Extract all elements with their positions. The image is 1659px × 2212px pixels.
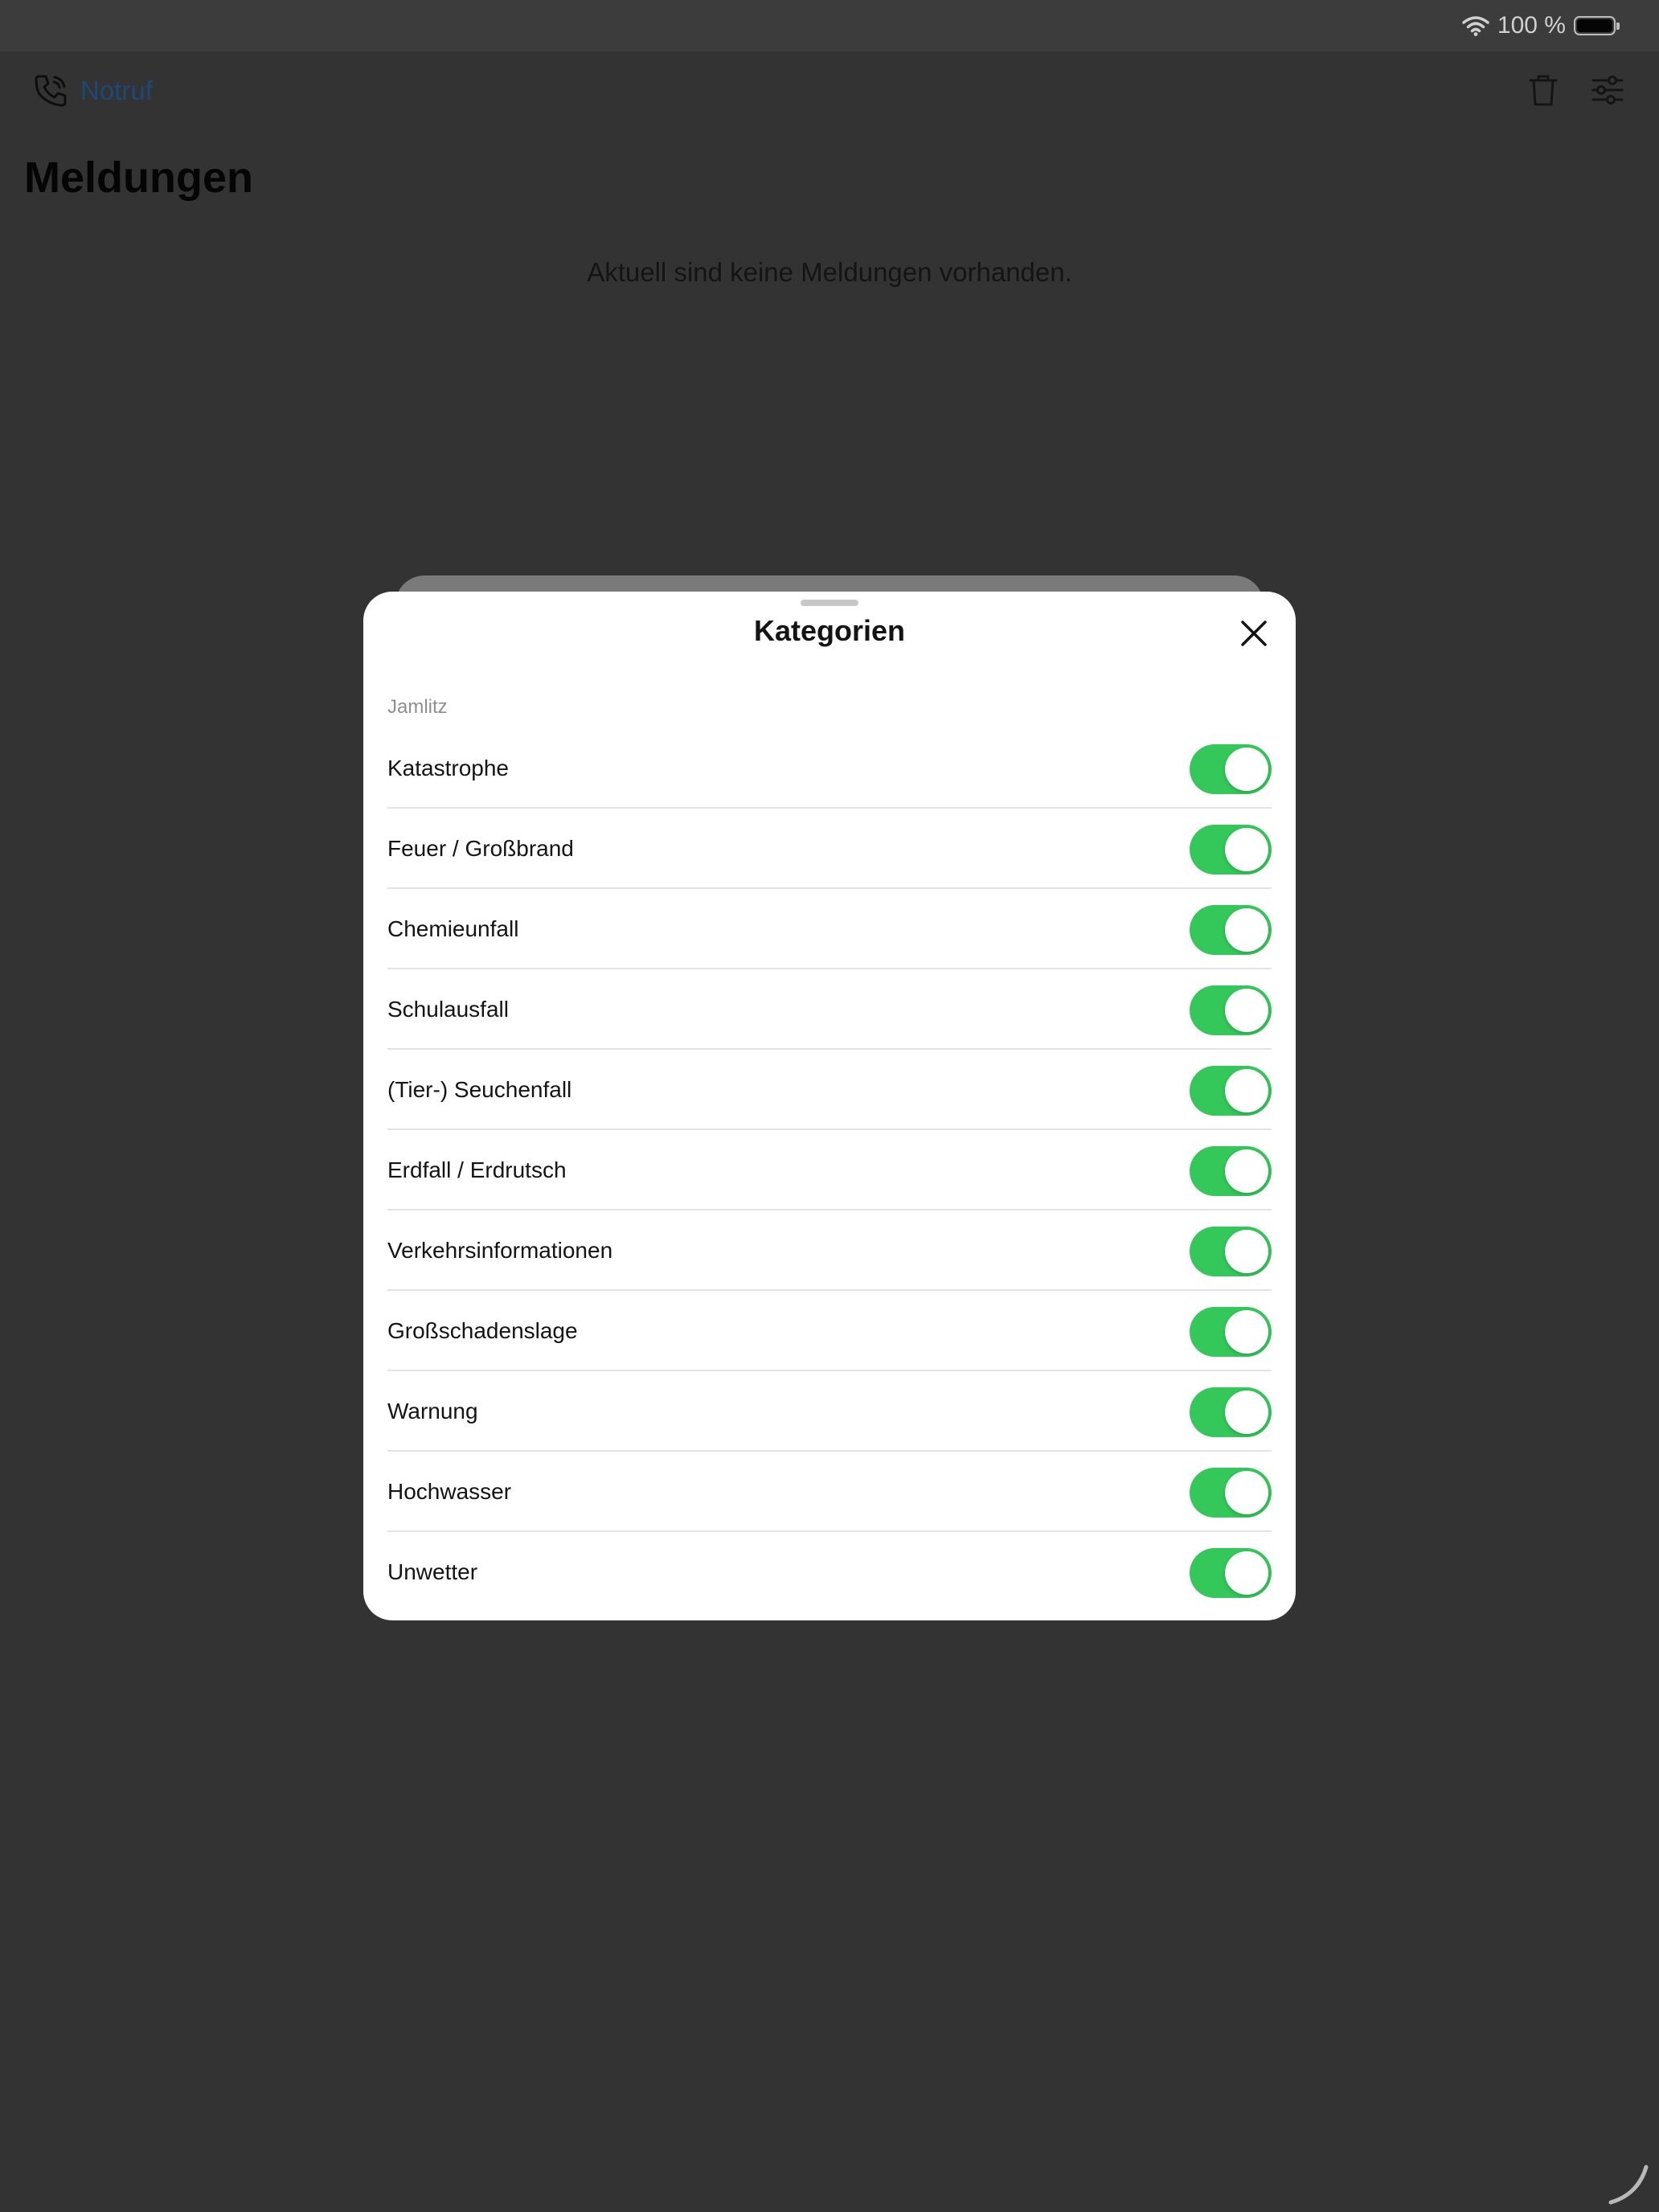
category-toggle[interactable] bbox=[1190, 1387, 1272, 1437]
battery-percentage: 100 % bbox=[1497, 12, 1566, 39]
category-row: Erdfall / Erdrutsch bbox=[387, 1130, 1272, 1210]
toggle-knob bbox=[1225, 1069, 1268, 1112]
close-icon[interactable] bbox=[1236, 616, 1272, 651]
toggle-knob bbox=[1225, 1551, 1268, 1595]
status-indicators: 100 % bbox=[1462, 11, 1620, 40]
toggle-knob bbox=[1225, 1471, 1268, 1514]
toggle-knob bbox=[1225, 1149, 1268, 1193]
category-row: Schulausfall bbox=[387, 969, 1272, 1050]
status-bar: 100 % bbox=[0, 0, 1659, 51]
category-label: Katastrophe bbox=[387, 756, 509, 780]
categories-sheet: Kategorien Jamlitz Katastrophe Feuer / Gr… bbox=[363, 592, 1296, 1620]
category-list: Katastrophe Feuer / Großbrand Chemieunfall… bbox=[387, 728, 1272, 1612]
category-toggle[interactable] bbox=[1190, 744, 1272, 794]
filter-sliders-icon[interactable] bbox=[1588, 71, 1627, 109]
category-toggle[interactable] bbox=[1190, 985, 1272, 1035]
home-indicator bbox=[1608, 2165, 1649, 2205]
category-label: Schulausfall bbox=[387, 997, 509, 1022]
section-header-location: Jamlitz bbox=[387, 696, 448, 718]
category-toggle[interactable] bbox=[1190, 1066, 1272, 1116]
category-label: (Tier-) Seuchenfall bbox=[387, 1077, 572, 1102]
category-label: Hochwasser bbox=[387, 1479, 512, 1504]
category-label: Unwetter bbox=[387, 1559, 478, 1584]
emergency-call-label: Notruf bbox=[80, 76, 153, 105]
category-row: Feuer / Großbrand bbox=[387, 809, 1272, 889]
emergency-phone-icon bbox=[35, 75, 67, 107]
sheet-grabber[interactable] bbox=[801, 600, 858, 606]
toggle-knob bbox=[1225, 1230, 1268, 1273]
category-toggle[interactable] bbox=[1190, 1548, 1272, 1598]
category-label: Warnung bbox=[387, 1399, 478, 1423]
category-toggle[interactable] bbox=[1190, 905, 1272, 955]
category-label: Verkehrsinformationen bbox=[387, 1238, 613, 1263]
sheet-title: Kategorien bbox=[753, 614, 906, 647]
page-title: Meldungen bbox=[24, 154, 253, 202]
category-toggle[interactable] bbox=[1190, 825, 1272, 875]
category-toggle[interactable] bbox=[1190, 1146, 1272, 1196]
toggle-knob bbox=[1225, 748, 1268, 791]
category-toggle[interactable] bbox=[1190, 1227, 1272, 1276]
category-label: Feuer / Großbrand bbox=[387, 836, 574, 861]
category-row: Verkehrsinformationen bbox=[387, 1210, 1272, 1291]
category-toggle[interactable] bbox=[1190, 1307, 1272, 1357]
category-label: Erdfall / Erdrutsch bbox=[387, 1157, 567, 1182]
toggle-knob bbox=[1225, 989, 1268, 1032]
toggle-knob bbox=[1225, 1310, 1268, 1354]
category-row: Unwetter bbox=[387, 1532, 1272, 1612]
battery-icon bbox=[1574, 16, 1620, 35]
toggle-knob bbox=[1225, 828, 1268, 871]
category-row: Chemieunfall bbox=[387, 889, 1272, 969]
category-label: Großschadenslage bbox=[387, 1318, 578, 1343]
emergency-call-button[interactable]: Notruf bbox=[32, 72, 153, 109]
category-row: Warnung bbox=[387, 1371, 1272, 1452]
navigation-bar: Notruf bbox=[0, 51, 1659, 132]
toggle-knob bbox=[1225, 1391, 1268, 1434]
empty-state-message: Aktuell sind keine Meldungen vorhanden. bbox=[587, 257, 1072, 287]
wifi-icon bbox=[1462, 16, 1489, 36]
toggle-knob bbox=[1225, 908, 1268, 952]
category-toggle[interactable] bbox=[1190, 1468, 1272, 1518]
category-row: Katastrophe bbox=[387, 728, 1272, 809]
trash-icon[interactable] bbox=[1524, 71, 1563, 109]
category-label: Chemieunfall bbox=[387, 916, 519, 941]
category-row: (Tier-) Seuchenfall bbox=[387, 1050, 1272, 1130]
category-row: Hochwasser bbox=[387, 1452, 1272, 1532]
category-row: Großschadenslage bbox=[387, 1291, 1272, 1371]
